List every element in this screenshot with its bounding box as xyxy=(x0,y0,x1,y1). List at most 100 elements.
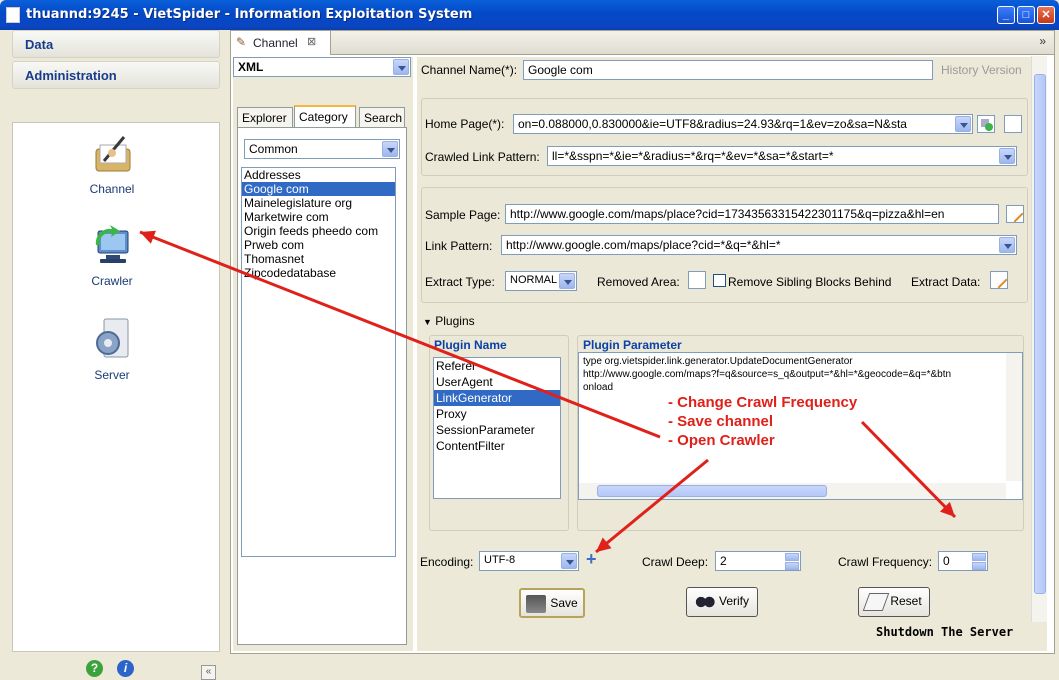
param-scroll-thumb[interactable] xyxy=(597,485,827,497)
plugin-list-item[interactable]: SessionParameter xyxy=(434,422,560,438)
channel-name-input[interactable]: Google com xyxy=(523,60,933,80)
remove-sibling-label: Remove Sibling Blocks Behind xyxy=(728,275,892,289)
plugin-list-item[interactable]: UserAgent xyxy=(434,374,560,390)
info-icon[interactable]: i xyxy=(117,660,134,677)
crawl-frequency-value: 0 xyxy=(943,554,950,568)
chevron-down-icon xyxy=(393,59,409,75)
category-list-item[interactable]: Marketwire com xyxy=(242,210,395,224)
nav-body: Channel Crawler Server xyxy=(12,122,220,652)
chevron-down-icon xyxy=(559,273,575,289)
close-button[interactable]: ✕ xyxy=(1037,6,1055,24)
extract-data-label: Extract Data: xyxy=(911,275,981,289)
maximize-button[interactable]: □ xyxy=(1017,6,1035,24)
category-list-item[interactable]: Google com xyxy=(242,182,395,196)
extract-type-label: Extract Type: xyxy=(425,275,495,289)
crawl-deep-label: Crawl Deep: xyxy=(642,555,709,569)
chevron-down-icon xyxy=(382,141,398,157)
home-page-label: Home Page(*): xyxy=(425,117,505,131)
link-pattern-label: Link Pattern: xyxy=(425,239,493,253)
category-list-item[interactable]: Thomasnet xyxy=(242,252,395,266)
eraser-icon xyxy=(863,593,890,611)
nav-item-server[interactable]: Server xyxy=(57,317,167,382)
add-page-icon[interactable] xyxy=(977,115,995,133)
category-panel: XML Explorer Category Search Common Addr… xyxy=(233,57,413,651)
group-select[interactable]: Common xyxy=(244,139,400,159)
type-select[interactable]: XML xyxy=(233,57,411,77)
nav-item-channel-label: Channel xyxy=(89,182,135,196)
form-vertical-scrollbar[interactable] xyxy=(1031,56,1047,622)
window-title: thuannd:9245 - VietSpider - Information … xyxy=(26,7,473,22)
category-list-item[interactable]: Zipcodedatabase xyxy=(242,266,395,280)
sample-page-label: Sample Page: xyxy=(425,208,501,222)
edit-sample-icon[interactable] xyxy=(1006,205,1024,223)
encoding-select[interactable]: UTF-8 xyxy=(479,551,579,571)
tab-search[interactable]: Search xyxy=(359,107,405,128)
crawler-icon xyxy=(95,225,129,263)
plugin-list-item[interactable]: Proxy xyxy=(434,406,560,422)
annotation-line-1: - Change Crawl Frequency xyxy=(668,394,858,411)
annotation-line-2: - Save channel xyxy=(668,413,774,430)
server-icon xyxy=(96,318,129,358)
chevron-down-icon xyxy=(955,116,971,132)
link-pattern-value: http://www.google.com/maps/place?cid=*&q… xyxy=(506,238,781,252)
plugin-parameter-title: Plugin Parameter xyxy=(583,338,682,352)
link-pattern-input[interactable]: http://www.google.com/maps/place?cid=*&q… xyxy=(501,235,1017,255)
nav-item-channel[interactable]: Channel xyxy=(57,131,167,196)
plugin-list-item[interactable]: LinkGenerator xyxy=(434,390,560,406)
channel-form: Channel Name(*): Google com History Vers… xyxy=(417,57,1047,651)
add-encoding-icon[interactable]: + xyxy=(586,550,597,568)
param-vertical-scrollbar[interactable] xyxy=(1006,353,1022,481)
crawled-link-pattern-label: Crawled Link Pattern: xyxy=(425,150,540,164)
plugin-list-item[interactable]: Referer xyxy=(434,358,560,374)
plugin-list-item[interactable]: ContentFilter xyxy=(434,438,560,454)
chevron-down-icon xyxy=(999,148,1015,164)
nav-item-crawler[interactable]: Crawler xyxy=(57,223,167,288)
tab-list-chevron-icon[interactable]: » xyxy=(1039,34,1046,48)
minimize-button[interactable]: _ xyxy=(997,6,1015,24)
crawled-link-pattern-input[interactable]: ll=*&sspn=*&ie=*&radius=*&rq=*&ev=*&sa=*… xyxy=(547,146,1017,166)
sample-page-input[interactable]: http://www.google.com/maps/place?cid=173… xyxy=(505,204,999,224)
param-line-3: onload xyxy=(583,382,614,393)
help-icon[interactable]: ? xyxy=(86,660,103,677)
category-list-item[interactable]: Origin feeds pheedo com xyxy=(242,224,395,238)
plugin-name-title: Plugin Name xyxy=(434,338,507,352)
tab-category[interactable]: Category xyxy=(294,105,356,128)
crawl-deep-spinner[interactable] xyxy=(785,553,799,570)
collapse-panel-button[interactable]: « xyxy=(201,665,216,680)
verify-button-label: Verify xyxy=(718,594,749,609)
plugin-parameter-text[interactable]: type org.vietspider.link.generator.Updat… xyxy=(578,352,1023,500)
home-page-view-box[interactable] xyxy=(1004,115,1022,133)
tab-channel[interactable]: ✎ Channel ⊠ xyxy=(231,31,331,55)
removed-area-box[interactable] xyxy=(688,271,706,289)
nav-item-server-label: Server xyxy=(94,368,130,382)
annotation-line-3: - Open Crawler xyxy=(668,432,775,449)
plugins-section-toggle[interactable]: ▼ Plugins xyxy=(423,314,475,328)
category-list-item[interactable]: Prweb com xyxy=(242,238,395,252)
category-list-item[interactable]: Addresses xyxy=(242,168,395,182)
remove-sibling-checkbox[interactable] xyxy=(713,274,726,287)
form-scroll-thumb[interactable] xyxy=(1034,74,1046,594)
reset-button[interactable]: Reset xyxy=(858,587,930,617)
help-row: ? i xyxy=(86,660,148,677)
verify-button[interactable]: Verify xyxy=(686,587,758,617)
history-version-link[interactable]: History Version xyxy=(941,63,1022,77)
extract-type-select[interactable]: NORMAL xyxy=(505,271,577,291)
app-icon xyxy=(6,7,20,23)
crawl-deep-input[interactable]: 2 xyxy=(715,551,801,571)
param-horizontal-scrollbar[interactable] xyxy=(579,483,1006,499)
encoding-label: Encoding: xyxy=(420,555,474,569)
shutdown-server-link[interactable]: Shutdown The Server xyxy=(876,625,1013,639)
save-button[interactable]: Save xyxy=(519,588,585,618)
nav-section-administration[interactable]: Administration xyxy=(12,61,220,89)
category-list-item[interactable]: Mainelegislature org xyxy=(242,196,395,210)
crawled-link-pattern-value: ll=*&sspn=*&ie=*&radius=*&rq=*&ev=*&sa=*… xyxy=(552,149,834,163)
crawl-frequency-input[interactable]: 0 xyxy=(938,551,988,571)
extract-data-icon[interactable] xyxy=(990,271,1008,289)
crawl-frequency-spinner[interactable] xyxy=(972,553,986,570)
channel-tab-icon: ✎ xyxy=(236,35,247,49)
home-page-input[interactable]: on=0.088000,0.830000&ie=UTF8&radius=24.9… xyxy=(513,114,973,134)
nav-section-data[interactable]: Data xyxy=(12,30,220,58)
tab-explorer[interactable]: Explorer xyxy=(237,107,293,128)
tab-close-icon[interactable]: ⊠ xyxy=(307,35,316,48)
save-button-label: Save xyxy=(550,596,578,611)
